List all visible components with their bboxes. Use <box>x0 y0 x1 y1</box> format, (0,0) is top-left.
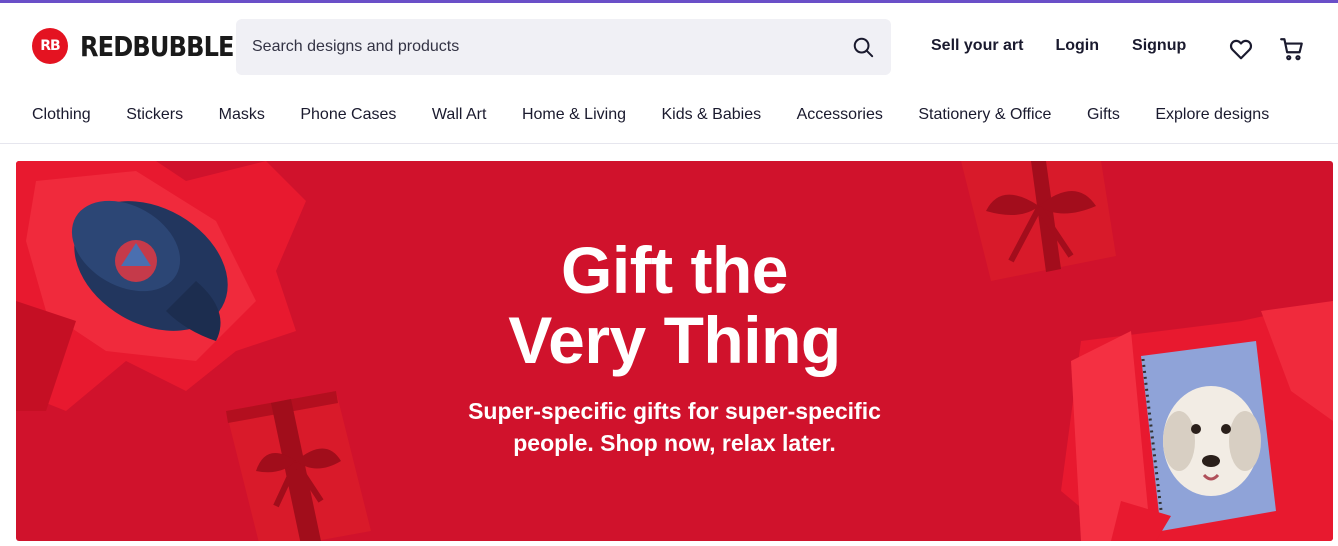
nav-item-accessories[interactable]: Accessories <box>797 106 883 124</box>
search-bar <box>236 19 891 75</box>
cart-icon[interactable] <box>1279 36 1305 62</box>
hero-subtitle: Super-specific gifts for super-specific … <box>16 395 1333 459</box>
heart-icon[interactable] <box>1228 36 1254 62</box>
nav-item-wall-art[interactable]: Wall Art <box>432 106 487 124</box>
hero-title-line-1: Gift the <box>561 233 788 307</box>
signup-link[interactable]: Signup <box>1132 37 1186 55</box>
nav-item-explore-designs[interactable]: Explore designs <box>1155 106 1269 124</box>
nav-item-home-living[interactable]: Home & Living <box>522 106 626 124</box>
nav-item-clothing[interactable]: Clothing <box>32 106 91 124</box>
site-header: RB REDBUBBLE Sell your art Login Signup <box>0 3 1338 91</box>
hero-subtitle-line-2: people. Shop now, relax later. <box>513 430 836 456</box>
hero-subtitle-line-1: Super-specific gifts for super-specific <box>468 398 881 424</box>
nav-item-masks[interactable]: Masks <box>219 106 265 124</box>
search-button[interactable] <box>835 19 891 75</box>
hero-title: Gift the Very Thing <box>16 235 1333 375</box>
sell-your-art-link[interactable]: Sell your art <box>931 37 1023 55</box>
nav-item-gifts[interactable]: Gifts <box>1087 106 1120 124</box>
nav-item-kids-babies[interactable]: Kids & Babies <box>661 106 761 124</box>
search-input[interactable] <box>252 19 835 75</box>
redbubble-logo[interactable]: RB REDBUBBLE <box>32 28 259 64</box>
nav-item-stickers[interactable]: Stickers <box>126 106 183 124</box>
nav-item-stationery-office[interactable]: Stationery & Office <box>918 106 1051 124</box>
login-link[interactable]: Login <box>1055 37 1099 55</box>
logo-wordmark: REDBUBBLE <box>80 29 235 63</box>
hero-banner[interactable]: Gift the Very Thing Super-specific gifts… <box>16 161 1333 541</box>
hero-title-line-2: Very Thing <box>508 303 841 377</box>
search-icon <box>853 37 874 58</box>
nav-item-phone-cases[interactable]: Phone Cases <box>300 106 396 124</box>
logo-mark: RB <box>32 28 68 64</box>
category-nav: Clothing Stickers Masks Phone Cases Wall… <box>0 91 1338 144</box>
header-links: Sell your art Login Signup <box>931 37 1186 55</box>
